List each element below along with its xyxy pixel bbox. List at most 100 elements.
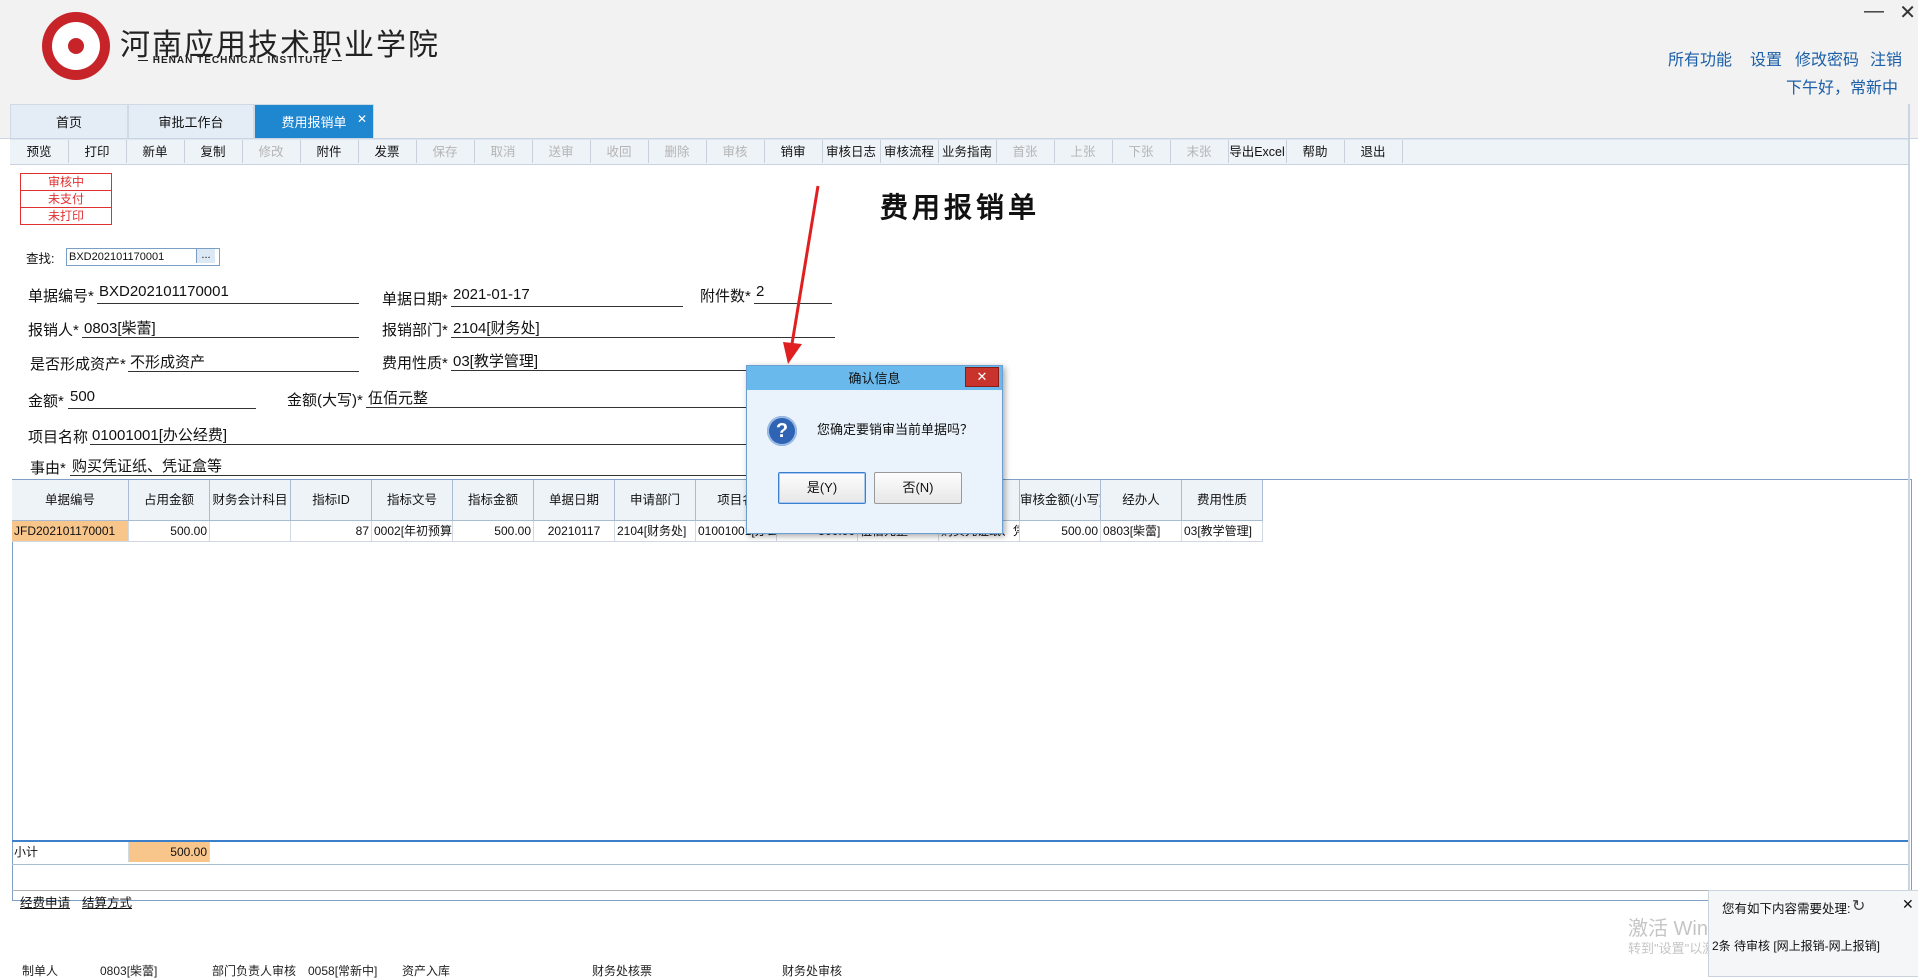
toolbar-button-8[interactable]: 取消 xyxy=(474,140,533,163)
asset-field[interactable]: 不形成资产 xyxy=(128,351,359,372)
link-settings[interactable]: 设置 xyxy=(1750,46,1782,70)
toolbar-button-18[interactable]: 上张 xyxy=(1054,140,1113,163)
detail-grid xyxy=(12,479,1912,901)
toolbar-button-20[interactable]: 末张 xyxy=(1170,140,1229,163)
notification-close-icon[interactable]: ✕ xyxy=(1902,896,1914,913)
tab-settlement-method[interactable]: 结算方式 xyxy=(82,892,132,911)
nature-field[interactable]: 03[教学管理] xyxy=(451,350,748,371)
grid-header-14[interactable]: 费用性质 xyxy=(1182,480,1263,521)
logo-inner-ring xyxy=(52,22,100,70)
grid-cell-0-5[interactable]: 500.00 xyxy=(453,521,534,542)
notification-item-link[interactable]: 2条 待审核 [网上报销-网上报销] xyxy=(1712,937,1880,954)
no-button[interactable]: 否(N) xyxy=(874,472,962,504)
tab-close-icon[interactable]: ✕ xyxy=(357,101,367,137)
dept-label: 报销部门* xyxy=(382,322,448,339)
toolbar-button-10[interactable]: 收回 xyxy=(590,140,649,163)
toolbar-button-11[interactable]: 删除 xyxy=(648,140,707,163)
grid-cell-0-12[interactable]: 500.00 xyxy=(1020,521,1101,542)
grid-cell-0-6[interactable]: 20210117 xyxy=(534,521,615,542)
toolbar-button-5[interactable]: 附件 xyxy=(300,140,359,163)
subtotal-amount: 500.00 xyxy=(129,842,210,862)
grid-header-6[interactable]: 单据日期 xyxy=(534,480,615,521)
finance-invoice-label: 财务处核票 xyxy=(592,964,653,978)
asset-in-label: 资产入库 xyxy=(402,964,451,978)
window-close-icon[interactable]: ✕ xyxy=(1899,0,1916,25)
asset-label: 是否形成资产* xyxy=(30,356,126,373)
toolbar-button-9[interactable]: 送审 xyxy=(532,140,591,163)
grid-cell-0-0[interactable]: JFD202101170001 xyxy=(12,521,129,542)
toolbar-button-22[interactable]: 帮助 xyxy=(1286,140,1345,163)
attach-count-label: 附件数* xyxy=(700,288,751,305)
toolbar-button-3[interactable]: 复制 xyxy=(184,140,243,163)
dialog-message: 您确定要销审当前单据吗？ xyxy=(817,422,974,437)
grid-header-3[interactable]: 指标ID xyxy=(291,480,372,521)
dept-field[interactable]: 2104[财务处] xyxy=(451,317,835,338)
grid-header-5[interactable]: 指标金额 xyxy=(453,480,534,521)
doc-no-field[interactable]: BXD202101170001 xyxy=(97,283,359,304)
logo-core xyxy=(68,38,84,54)
toolbar-button-6[interactable]: 发票 xyxy=(358,140,417,163)
grid-cell-0-4[interactable]: 0002[年初预算] xyxy=(372,521,453,542)
status-box: 审核中 未支付 未打印 xyxy=(20,173,112,225)
finance-review-label: 财务处审核 xyxy=(782,964,843,978)
dept-head-label: 部门负责人审核 xyxy=(212,964,297,978)
tab-approval-workbench[interactable]: 审批工作台 xyxy=(128,104,254,138)
link-logout[interactable]: 注销 xyxy=(1870,46,1902,70)
toolbar-button-13[interactable]: 销审 xyxy=(764,140,823,163)
grid-header-12[interactable]: 审核金额(小写) xyxy=(1020,480,1101,521)
doc-date-label: 单据日期* xyxy=(382,291,448,308)
toolbar-button-23[interactable]: 退出 xyxy=(1344,140,1403,163)
amount-label: 金额* xyxy=(28,393,64,410)
toolbar-button-0[interactable]: 预览 xyxy=(10,140,69,163)
doc-no-label: 单据编号* xyxy=(28,288,94,305)
toolbar-button-19[interactable]: 下张 xyxy=(1112,140,1171,163)
grid-header-4[interactable]: 指标文号 xyxy=(372,480,453,521)
amount-cn-field[interactable]: 伍佰元整 xyxy=(366,387,748,408)
greeting-text: 下午好，常新中 xyxy=(1785,80,1898,97)
link-all-functions[interactable]: 所有功能 xyxy=(1668,46,1732,70)
dept-head-value: 0058[常新中] xyxy=(308,964,378,978)
toolbar-button-2[interactable]: 新单 xyxy=(126,140,185,163)
attach-count-field[interactable]: 2 xyxy=(754,283,832,304)
grid-cell-0-7[interactable]: 2104[财务处] xyxy=(615,521,696,542)
toolbar-button-1[interactable]: 打印 xyxy=(68,140,127,163)
dialog-close-button[interactable]: ✕ xyxy=(965,367,999,387)
toolbar-button-12[interactable]: 审核 xyxy=(706,140,765,163)
refresh-icon[interactable]: ↻ xyxy=(1852,896,1865,916)
toolbar-button-16[interactable]: 业务指南 xyxy=(938,140,997,163)
grid-header-2[interactable]: 财务会计科目 xyxy=(210,480,291,521)
yes-button[interactable]: 是(Y) xyxy=(778,472,866,504)
status-reviewing: 审核中 xyxy=(21,174,111,191)
tab-expense-form[interactable]: 费用报销单 ✕ xyxy=(254,104,374,138)
doc-date-field[interactable]: 2021-01-17 xyxy=(451,286,683,307)
grid-header-1[interactable]: 占用金额 xyxy=(129,480,210,521)
bottom-tab-strip xyxy=(12,890,1910,907)
tab-home[interactable]: 首页 xyxy=(10,104,128,138)
toolbar-button-17[interactable]: 首张 xyxy=(996,140,1055,163)
grid-header-13[interactable]: 经办人 xyxy=(1101,480,1182,521)
link-change-password[interactable]: 修改密码 xyxy=(1795,46,1859,70)
toolbar-button-4[interactable]: 修改 xyxy=(242,140,301,163)
amount-field[interactable]: 500 xyxy=(68,388,256,409)
grid-cell-0-1[interactable]: 500.00 xyxy=(129,521,210,542)
grid-cell-0-14[interactable]: 03[教学管理] xyxy=(1182,521,1263,542)
toolbar-button-15[interactable]: 审核流程 xyxy=(880,140,939,163)
toolbar-button-21[interactable]: 导出Excel xyxy=(1228,140,1287,163)
grid-cell-0-3[interactable]: 87 xyxy=(291,521,372,542)
grid-cell-0-2[interactable] xyxy=(210,521,291,542)
minimize-icon[interactable]: — xyxy=(1864,0,1884,23)
grid-cell-0-13[interactable]: 0803[柴蕾] xyxy=(1101,521,1182,542)
grid-header-7[interactable]: 申请部门 xyxy=(615,480,696,521)
project-field[interactable]: 01001001[办公经费] xyxy=(90,424,748,445)
toolbar-button-7[interactable]: 保存 xyxy=(416,140,475,163)
tab-funding-application[interactable]: 经费申请 xyxy=(20,892,70,911)
grid-header-0[interactable]: 单据编号 xyxy=(12,480,129,521)
subtotal-row xyxy=(12,840,1910,865)
search-ellipsis-button[interactable]: ... xyxy=(196,249,215,263)
reimburser-field[interactable]: 0803[柴蕾] xyxy=(82,317,359,338)
reason-field[interactable]: 购买凭证纸、凭证盒等 xyxy=(70,455,748,476)
toolbar-button-14[interactable]: 审核日志 xyxy=(822,140,881,163)
amount-cn-label: 金额(大写)* xyxy=(287,392,363,409)
school-name-en: — HENAN TECHNICAL INSTITUTE — xyxy=(138,55,343,66)
content-right-border xyxy=(1908,104,1910,894)
